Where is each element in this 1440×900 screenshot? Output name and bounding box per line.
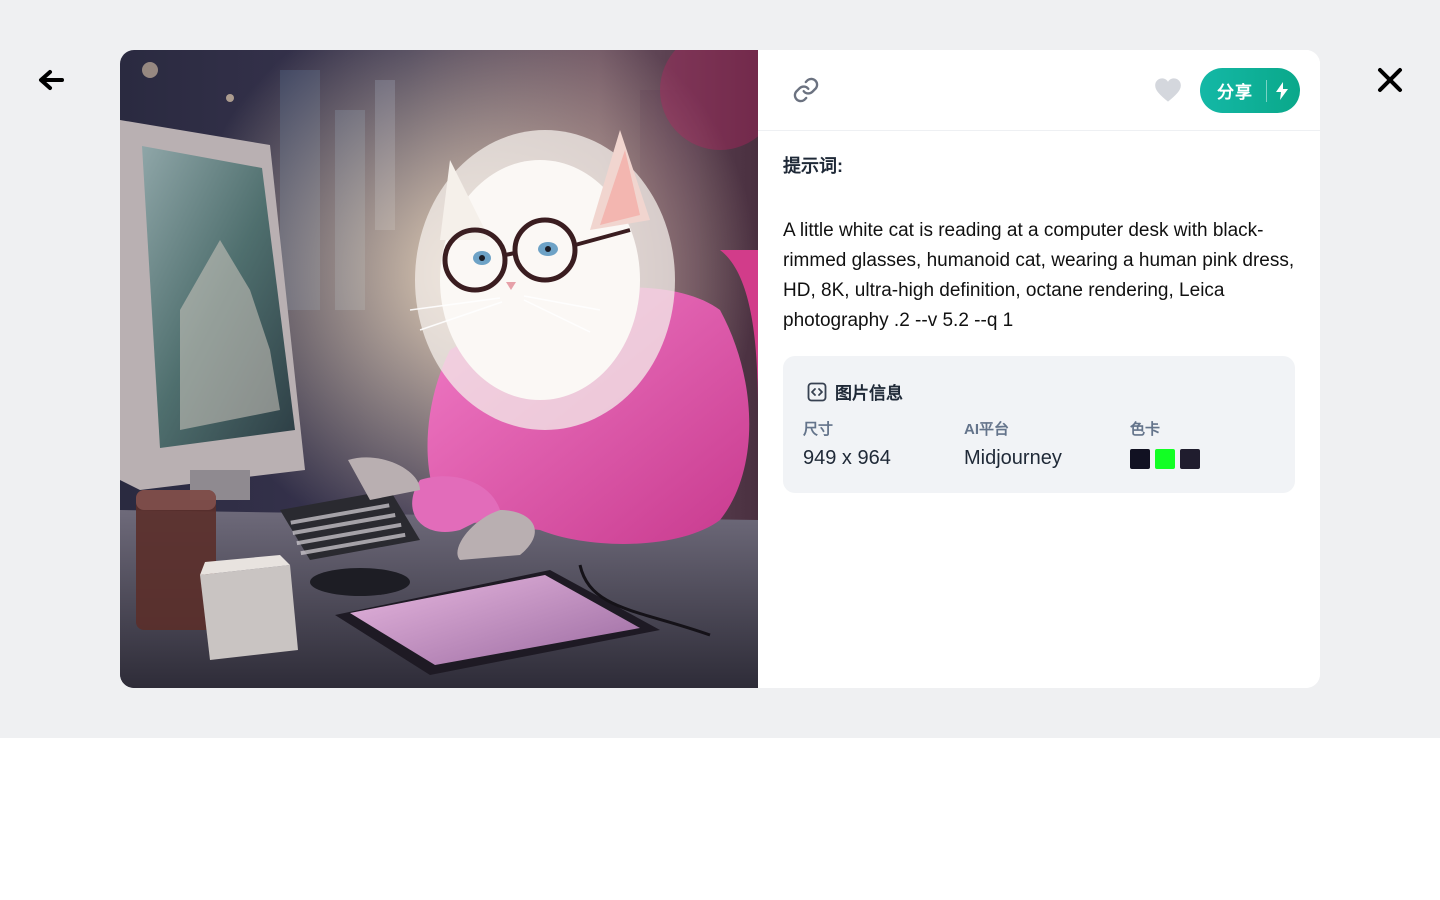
color-swatch[interactable] [1130, 449, 1150, 469]
size-value: 949 x 964 [803, 447, 891, 469]
close-button[interactable] [1374, 64, 1406, 96]
arrow-left-icon [39, 70, 64, 90]
toolbar: 分享 [758, 50, 1320, 131]
image-info-card: 图片信息 尺寸 949 x 964 AI平台 Midjourney 色卡 [783, 356, 1295, 493]
heart-icon [1155, 78, 1181, 102]
preview-image[interactable] [120, 50, 758, 688]
close-icon [1378, 68, 1402, 92]
size-label: 尺寸 [803, 421, 834, 438]
platform-label: AI平台 [964, 421, 1010, 438]
size-field: 尺寸 949 x 964 [803, 418, 891, 470]
color-swatch[interactable] [1155, 449, 1175, 469]
prompt-title: 提示词: [783, 156, 843, 176]
like-button[interactable] [1152, 74, 1184, 106]
image-info-header: 图片信息 [807, 379, 903, 404]
lightning-bolt-icon [1275, 81, 1289, 100]
share-button[interactable]: 分享 [1200, 68, 1300, 113]
color-swatch[interactable] [1180, 449, 1200, 469]
palette-label: 色卡 [1130, 421, 1161, 438]
palette-field: 色卡 [1130, 418, 1200, 469]
back-button[interactable] [36, 64, 66, 96]
share-button-label: 分享 [1217, 83, 1253, 102]
copy-link-button[interactable] [790, 74, 822, 106]
share-divider [1266, 79, 1267, 102]
link-icon [793, 77, 819, 103]
image-info-heading: 图片信息 [835, 384, 903, 403]
cat-illustration [120, 50, 758, 688]
prompt-text: A little white cat is reading at a compu… [783, 220, 1295, 331]
code-icon [807, 382, 827, 401]
platform-value: Midjourney [964, 447, 1062, 469]
palette-swatches [1130, 449, 1200, 469]
image-detail-modal: 分享 提示词: A little white cat is reading at… [120, 50, 1320, 688]
platform-field: AI平台 Midjourney [964, 418, 1062, 470]
info-panel: 分享 提示词: A little white cat is reading at… [758, 50, 1320, 688]
